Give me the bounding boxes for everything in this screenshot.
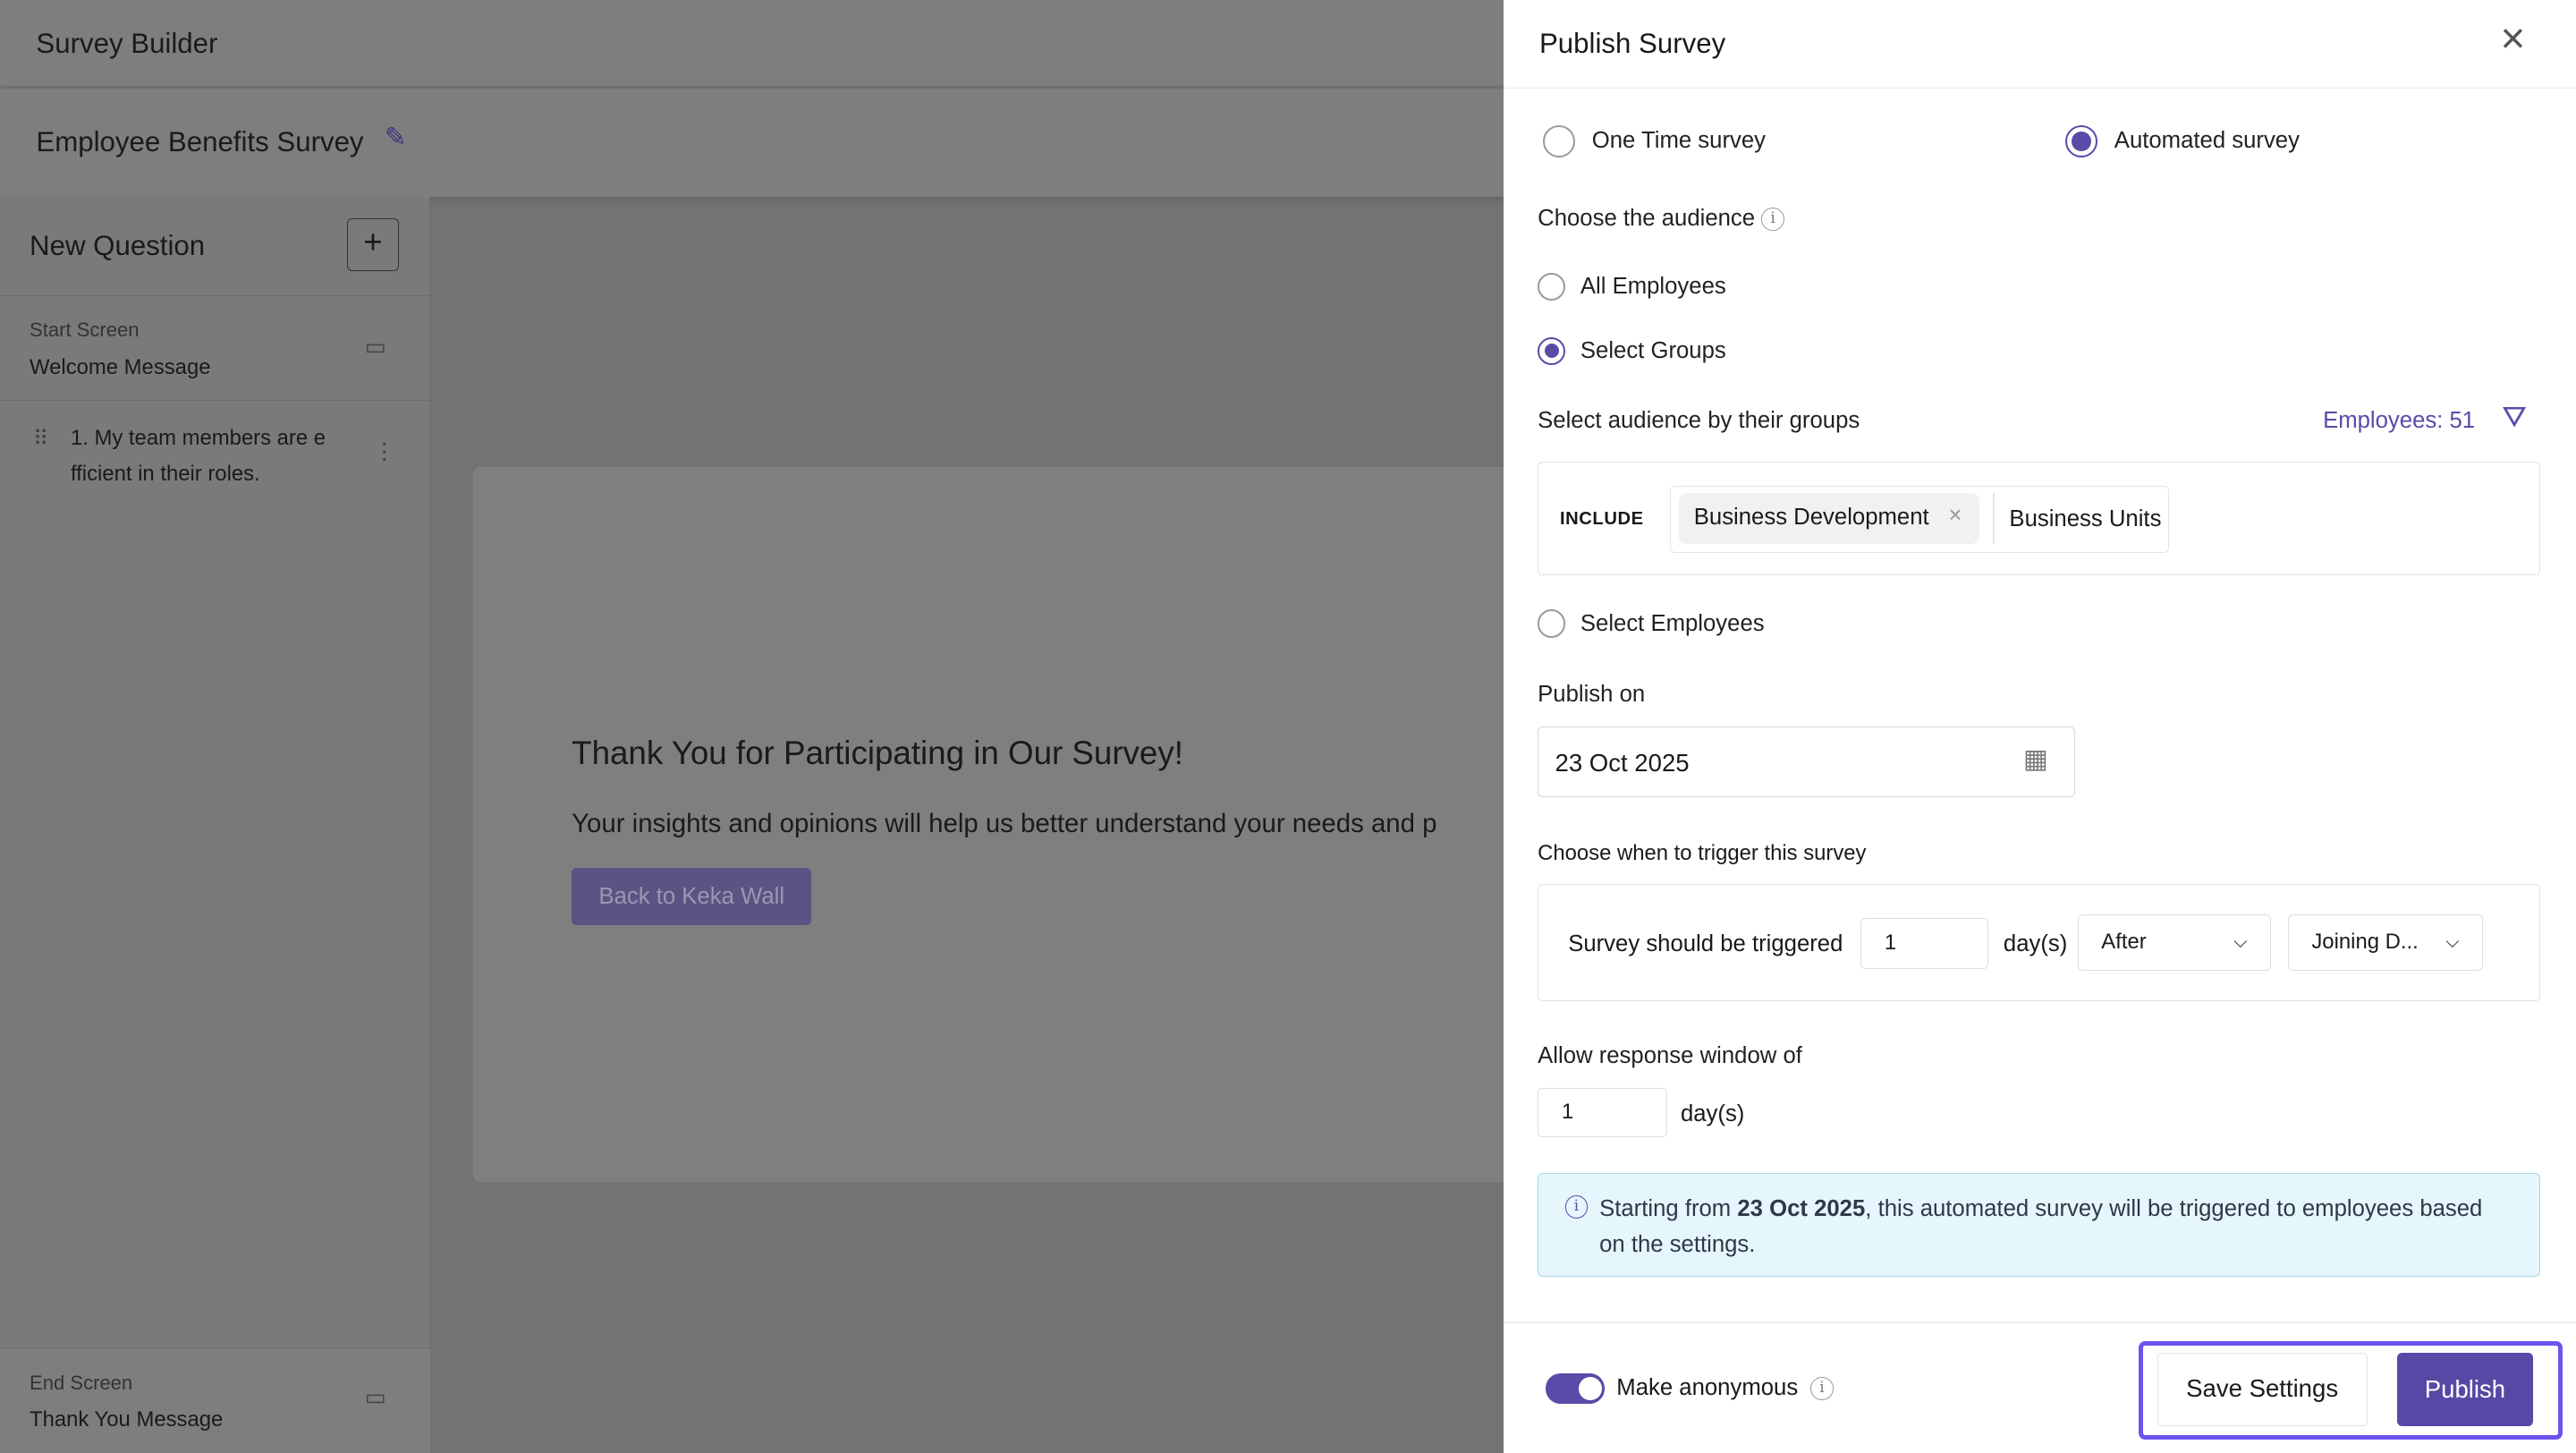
employee-count[interactable]: Employees: 51: [2323, 408, 2475, 434]
new-question-label: New Question: [30, 230, 206, 262]
info-icon[interactable]: i: [1810, 1377, 1834, 1400]
window-days-unit: day(s): [1680, 1100, 1745, 1126]
panel-title: Publish Survey: [1538, 28, 1726, 60]
app-title: Survey Builder: [36, 28, 218, 60]
info-icon[interactable]: i: [1761, 207, 1784, 231]
trigger-text: Survey should be triggered: [1568, 930, 1843, 956]
question-sidebar: New Question + Start Screen Welcome Mess…: [0, 197, 431, 1453]
group-filter-box: INCLUDE Business Development × Business U…: [1538, 462, 2540, 575]
end-screen-item[interactable]: End Screen Thank You Message ▭: [0, 1347, 431, 1453]
preview-body: Your insights and opinions will help us …: [572, 808, 1437, 838]
radio-select-employees[interactable]: Select Employees: [1538, 609, 1765, 638]
survey-name: Employee Benefits Survey: [36, 126, 364, 158]
more-options-icon[interactable]: ⋮: [373, 438, 396, 465]
add-question-button[interactable]: +: [346, 218, 400, 272]
info-banner: i Starting from 23 Oct 2025, this automa…: [1538, 1173, 2540, 1278]
survey-title-bar: Employee Benefits Survey ✎: [0, 89, 1504, 198]
trigger-when-select[interactable]: After ⌵: [2077, 914, 2272, 971]
preview-heading: Thank You for Participating in Our Surve…: [572, 734, 1183, 771]
question-text: 1. My team members are e: [70, 425, 326, 450]
publish-button[interactable]: Publish: [2396, 1352, 2534, 1427]
start-screen-label: Start Screen: [30, 319, 140, 342]
end-screen-value: Thank You Message: [30, 1407, 224, 1432]
window-label: Allow response window of: [1538, 1043, 1802, 1069]
start-screen-value: Welcome Message: [30, 354, 211, 379]
trigger-days-input[interactable]: 1: [1860, 917, 1989, 969]
window-days-input[interactable]: 1: [1538, 1087, 1668, 1137]
filter-clear-icon[interactable]: ⛛: [2502, 401, 2527, 435]
remove-chip-icon[interactable]: ×: [1948, 503, 1962, 529]
drag-handle-icon[interactable]: ⠿: [33, 426, 48, 452]
radio-all-employees[interactable]: All Employees: [1538, 272, 1726, 302]
group-type-select[interactable]: Business Units: [2009, 506, 2161, 532]
trigger-label: Choose when to trigger this survey: [1538, 841, 1867, 866]
comment-icon: ▭: [364, 334, 387, 360]
group-chip: Business Development ×: [1679, 493, 1980, 545]
radio-one-time[interactable]: One Time survey: [1542, 124, 1766, 158]
publish-on-label: Publish on: [1538, 682, 1646, 708]
start-screen-item[interactable]: Start Screen Welcome Message ▭: [0, 297, 431, 402]
close-icon[interactable]: ×: [2500, 18, 2525, 61]
radio-select-groups[interactable]: Select Groups: [1538, 336, 1726, 365]
question-text-cont: fficient in their roles.: [70, 462, 260, 487]
calendar-icon[interactable]: ▦: [2023, 743, 2048, 775]
anonymous-label: Make anonymous: [1616, 1375, 1799, 1401]
groups-label: Select audience by their groups: [1538, 407, 1860, 433]
edit-pencil-icon[interactable]: ✎: [385, 122, 407, 153]
include-label: INCLUDE: [1560, 508, 1644, 529]
comment-icon: ▭: [364, 1385, 387, 1411]
app-header: Survey Builder: [0, 0, 1504, 88]
trigger-event-select[interactable]: Joining D... ⌵: [2287, 914, 2484, 971]
radio-automated[interactable]: Automated survey: [2064, 124, 2300, 158]
anonymous-toggle[interactable]: [1546, 1373, 1606, 1404]
trigger-box: Survey should be triggered 1 day(s) Afte…: [1538, 884, 2540, 1001]
end-screen-label: End Screen: [30, 1371, 133, 1394]
chevron-down-icon: ⌵: [2445, 931, 2460, 952]
preview-card: Thank You for Participating in Our Surve…: [472, 466, 1525, 1182]
publish-date-input[interactable]: 23 Oct 2025 ▦: [1538, 726, 2075, 797]
info-icon: i: [1564, 1195, 1589, 1219]
publish-survey-panel: Publish Survey × One Time survey Automat…: [1503, 0, 2576, 1453]
audience-label: Choose the audience i: [1538, 206, 1784, 232]
chevron-down-icon: ⌵: [2233, 931, 2248, 952]
save-settings-button[interactable]: Save Settings: [2157, 1352, 2368, 1427]
question-item[interactable]: ⠿ 1. My team members are e fficient in t…: [0, 403, 430, 501]
days-unit: day(s): [2003, 930, 2068, 956]
back-to-wall-button[interactable]: Back to Keka Wall: [572, 867, 812, 926]
